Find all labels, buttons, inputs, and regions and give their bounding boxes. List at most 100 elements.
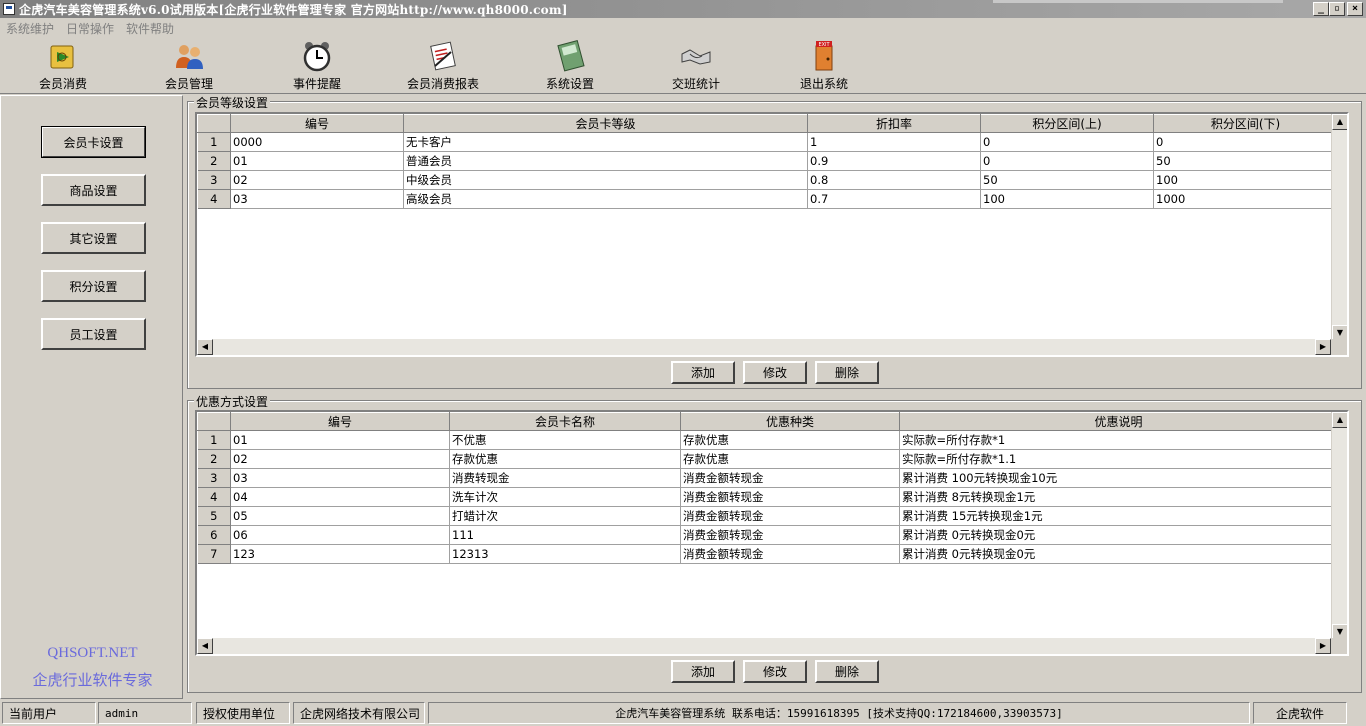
table-cell[interactable]: 中级会员 bbox=[403, 170, 808, 190]
toolbar-event-reminder[interactable]: 事件提醒 bbox=[267, 40, 367, 92]
table-cell[interactable]: 实际款=所付存款*1.1 bbox=[899, 449, 1338, 469]
nav-product-settings[interactable]: 商品设置 bbox=[41, 174, 146, 206]
nav-points-settings[interactable]: 积分设置 bbox=[41, 270, 146, 302]
table-cell[interactable]: 打蜡计次 bbox=[449, 506, 681, 526]
table-cell[interactable]: 累计消费 8元转换现金1元 bbox=[899, 487, 1338, 507]
column-header[interactable]: 会员卡名称 bbox=[449, 412, 681, 431]
table-cell[interactable]: 累计消费 100元转换现金10元 bbox=[899, 468, 1338, 488]
table-cell[interactable]: 存款优惠 bbox=[680, 449, 900, 469]
table-cell[interactable]: 存款优惠 bbox=[449, 449, 681, 469]
table-row[interactable]: 3 02 中级会员 0.8 50 100 bbox=[197, 170, 1338, 190]
table-cell[interactable]: 100 bbox=[1153, 170, 1338, 190]
nav-member-card-settings[interactable]: 会员卡设置 bbox=[41, 126, 146, 158]
table-cell[interactable]: 12313 bbox=[449, 544, 681, 564]
table-row[interactable]: 2 01 普通会员 0.9 0 50 bbox=[197, 151, 1338, 171]
table-row[interactable]: 2 02 存款优惠 存款优惠 实际款=所付存款*1.1 bbox=[197, 449, 1338, 469]
table-cell[interactable]: 累计消费 0元转换现金0元 bbox=[899, 525, 1338, 545]
edit-level-button[interactable]: 修改 bbox=[743, 361, 807, 384]
scroll-right-button[interactable]: ▶ bbox=[1315, 339, 1331, 355]
column-header[interactable]: 优惠说明 bbox=[899, 412, 1338, 431]
table-cell[interactable]: 消费转现金 bbox=[449, 468, 681, 488]
table-cell[interactable]: 不优惠 bbox=[449, 430, 681, 450]
vertical-scrollbar[interactable]: ▲ ▼ bbox=[1331, 412, 1347, 640]
row-number[interactable]: 3 bbox=[197, 170, 231, 190]
column-header[interactable]: 优惠种类 bbox=[680, 412, 900, 431]
table-cell[interactable]: 洗车计次 bbox=[449, 487, 681, 507]
table-cell[interactable]: 50 bbox=[980, 170, 1154, 190]
column-header[interactable]: 积分区间(上) bbox=[980, 114, 1154, 133]
scroll-up-button[interactable]: ▲ bbox=[1332, 114, 1347, 130]
table-cell[interactable]: 04 bbox=[230, 487, 450, 507]
minimize-button[interactable]: _ bbox=[1313, 2, 1329, 16]
table-cell[interactable]: 累计消费 15元转换现金1元 bbox=[899, 506, 1338, 526]
row-number[interactable]: 2 bbox=[197, 151, 231, 171]
table-cell[interactable]: 消费金额转现金 bbox=[680, 506, 900, 526]
table-row[interactable]: 4 04 洗车计次 消费金额转现金 累计消费 8元转换现金1元 bbox=[197, 487, 1338, 507]
add-discount-button[interactable]: 添加 bbox=[671, 660, 735, 683]
row-number[interactable]: 1 bbox=[197, 132, 231, 152]
vertical-scrollbar[interactable]: ▲ ▼ bbox=[1331, 114, 1347, 341]
row-number[interactable]: 1 bbox=[197, 430, 231, 450]
edit-discount-button[interactable]: 修改 bbox=[743, 660, 807, 683]
scroll-left-button[interactable]: ◀ bbox=[197, 638, 213, 654]
table-cell[interactable]: 100 bbox=[980, 189, 1154, 209]
column-header[interactable]: 会员卡等级 bbox=[403, 114, 808, 133]
row-number[interactable]: 2 bbox=[197, 449, 231, 469]
delete-level-button[interactable]: 删除 bbox=[815, 361, 879, 384]
table-cell[interactable]: 0.8 bbox=[807, 170, 981, 190]
table-cell[interactable]: 111 bbox=[449, 525, 681, 545]
menu-system-maintenance[interactable]: 系统维护 bbox=[0, 20, 60, 37]
table-cell[interactable]: 实际款=所付存款*1 bbox=[899, 430, 1338, 450]
toolbar-shift-statistics[interactable]: 交班统计 bbox=[646, 40, 746, 92]
toolbar-system-settings[interactable]: 系统设置 bbox=[520, 39, 620, 92]
table-cell[interactable]: 0 bbox=[1153, 132, 1338, 152]
menu-daily-operations[interactable]: 日常操作 bbox=[60, 20, 120, 37]
toolbar-member-consumption[interactable]: 会员消费 bbox=[13, 40, 113, 92]
table-cell[interactable]: 02 bbox=[230, 170, 404, 190]
table-cell[interactable]: 0 bbox=[980, 132, 1154, 152]
table-cell[interactable]: 0000 bbox=[230, 132, 404, 152]
toolbar-member-management[interactable]: 会员管理 bbox=[139, 40, 239, 92]
delete-discount-button[interactable]: 删除 bbox=[815, 660, 879, 683]
table-cell[interactable]: 普通会员 bbox=[403, 151, 808, 171]
nav-other-settings[interactable]: 其它设置 bbox=[41, 222, 146, 254]
table-cell[interactable]: 消费金额转现金 bbox=[680, 487, 900, 507]
horizontal-scrollbar[interactable]: ◀ ▶ bbox=[197, 339, 1331, 355]
close-button[interactable]: × bbox=[1347, 2, 1363, 16]
column-header[interactable]: 折扣率 bbox=[807, 114, 981, 133]
table-cell[interactable]: 05 bbox=[230, 506, 450, 526]
nav-staff-settings[interactable]: 员工设置 bbox=[41, 318, 146, 350]
row-number[interactable]: 4 bbox=[197, 189, 231, 209]
table-cell[interactable]: 0.9 bbox=[807, 151, 981, 171]
table-cell[interactable]: 无卡客户 bbox=[403, 132, 808, 152]
table-cell[interactable]: 123 bbox=[230, 544, 450, 564]
column-header[interactable]: 编号 bbox=[230, 114, 404, 133]
scroll-left-button[interactable]: ◀ bbox=[197, 339, 213, 355]
table-cell[interactable]: 03 bbox=[230, 189, 404, 209]
maximize-button[interactable]: ▫ bbox=[1329, 2, 1345, 16]
table-cell[interactable]: 06 bbox=[230, 525, 450, 545]
table-row[interactable]: 7 123 12313 消费金额转现金 累计消费 0元转换现金0元 bbox=[197, 544, 1338, 564]
table-row[interactable]: 1 0000 无卡客户 1 0 0 bbox=[197, 132, 1338, 152]
horizontal-scrollbar[interactable]: ◀ ▶ bbox=[197, 638, 1331, 654]
row-number[interactable]: 6 bbox=[197, 525, 231, 545]
table-cell[interactable]: 1000 bbox=[1153, 189, 1338, 209]
menu-help[interactable]: 软件帮助 bbox=[120, 20, 180, 37]
table-cell[interactable]: 高级会员 bbox=[403, 189, 808, 209]
table-row[interactable]: 6 06 111 消费金额转现金 累计消费 0元转换现金0元 bbox=[197, 525, 1338, 545]
table-cell[interactable]: 消费金额转现金 bbox=[680, 544, 900, 564]
scroll-up-button[interactable]: ▲ bbox=[1332, 412, 1347, 428]
toolbar-consumption-report[interactable]: 会员消费报表 bbox=[393, 40, 493, 92]
table-cell[interactable]: 0 bbox=[980, 151, 1154, 171]
column-header[interactable]: 积分区间(下) bbox=[1153, 114, 1338, 133]
table-row[interactable]: 1 01 不优惠 存款优惠 实际款=所付存款*1 bbox=[197, 430, 1338, 450]
table-cell[interactable]: 01 bbox=[230, 151, 404, 171]
table-cell[interactable]: 1 bbox=[807, 132, 981, 152]
row-number[interactable]: 7 bbox=[197, 544, 231, 564]
table-row[interactable]: 4 03 高级会员 0.7 100 1000 bbox=[197, 189, 1338, 209]
table-cell[interactable]: 02 bbox=[230, 449, 450, 469]
table-cell[interactable]: 0.7 bbox=[807, 189, 981, 209]
table-cell[interactable]: 消费金额转现金 bbox=[680, 468, 900, 488]
table-row[interactable]: 5 05 打蜡计次 消费金额转现金 累计消费 15元转换现金1元 bbox=[197, 506, 1338, 526]
table-cell[interactable]: 累计消费 0元转换现金0元 bbox=[899, 544, 1338, 564]
